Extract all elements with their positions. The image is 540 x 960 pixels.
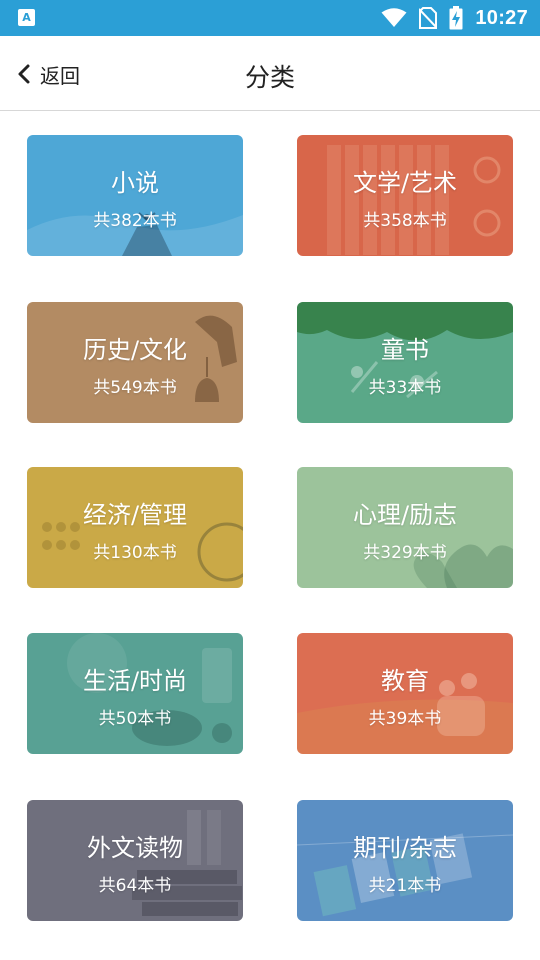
category-label: 期刊/杂志 (352, 834, 458, 862)
category-card-periodicals-magazines[interactable]: 期刊/杂志 共21本书 (297, 800, 513, 921)
category-count: 共329本书 (363, 543, 447, 563)
category-card-history-culture[interactable]: 历史/文化 共549本书 (27, 302, 243, 423)
category-card-psychology-inspiration[interactable]: 心理/励志 共329本书 (297, 467, 513, 588)
category-card-education[interactable]: 教育 共39本书 (297, 633, 513, 754)
category-count: 共358本书 (363, 211, 447, 231)
category-label: 历史/文化 (82, 336, 188, 364)
category-count: 共21本书 (368, 876, 442, 896)
clock: 10:27 (475, 6, 528, 29)
page-title: 分类 (244, 63, 295, 92)
status-bar: A 10:27 (0, 0, 540, 36)
category-label: 童书 (381, 336, 429, 364)
category-count: 共64本书 (98, 876, 172, 896)
category-label: 经济/管理 (82, 501, 188, 529)
category-count: 共382本书 (93, 211, 177, 231)
category-card-novel[interactable]: 小说 共382本书 (27, 135, 243, 256)
category-card-foreign-reading[interactable]: 外文读物 共64本书 (27, 800, 243, 921)
battery-charging-icon (449, 6, 463, 30)
app-notification-icon: A (18, 9, 35, 26)
category-card-childrens[interactable]: 童书 共33本书 (297, 302, 513, 423)
category-label: 教育 (381, 667, 429, 695)
category-count: 共39本书 (368, 709, 442, 729)
category-count: 共130本书 (93, 543, 177, 563)
category-count: 共549本书 (93, 378, 177, 398)
category-label: 文学/艺术 (352, 169, 458, 197)
category-card-economics-management[interactable]: 经济/管理 共130本书 (27, 467, 243, 588)
category-card-life-fashion[interactable]: 生活/时尚 共50本书 (27, 633, 243, 754)
category-label: 外文读物 (87, 834, 183, 862)
toolbar: 返回 分类 (0, 36, 540, 111)
category-label: 小说 (111, 169, 159, 197)
status-icons: 10:27 (381, 0, 528, 36)
category-count: 共33本书 (368, 378, 442, 398)
wifi-icon (381, 8, 407, 27)
no-sim-icon (419, 7, 438, 29)
category-label: 生活/时尚 (82, 667, 188, 695)
category-card-literature-art[interactable]: 文学/艺术 共358本书 (297, 135, 513, 256)
category-count: 共50本书 (98, 709, 172, 729)
category-label: 心理/励志 (352, 501, 458, 529)
